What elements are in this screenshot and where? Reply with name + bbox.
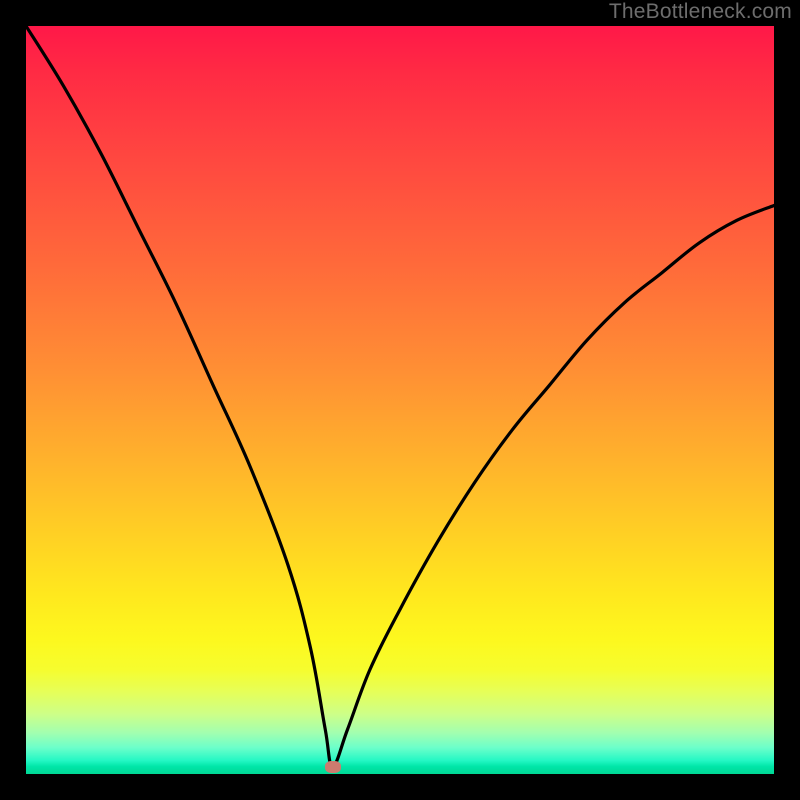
optimal-point-marker xyxy=(325,761,341,773)
watermark-text: TheBottleneck.com xyxy=(609,0,792,24)
bottleneck-curve xyxy=(26,26,774,774)
chart-frame: TheBottleneck.com xyxy=(0,0,800,800)
plot-area xyxy=(26,26,774,774)
